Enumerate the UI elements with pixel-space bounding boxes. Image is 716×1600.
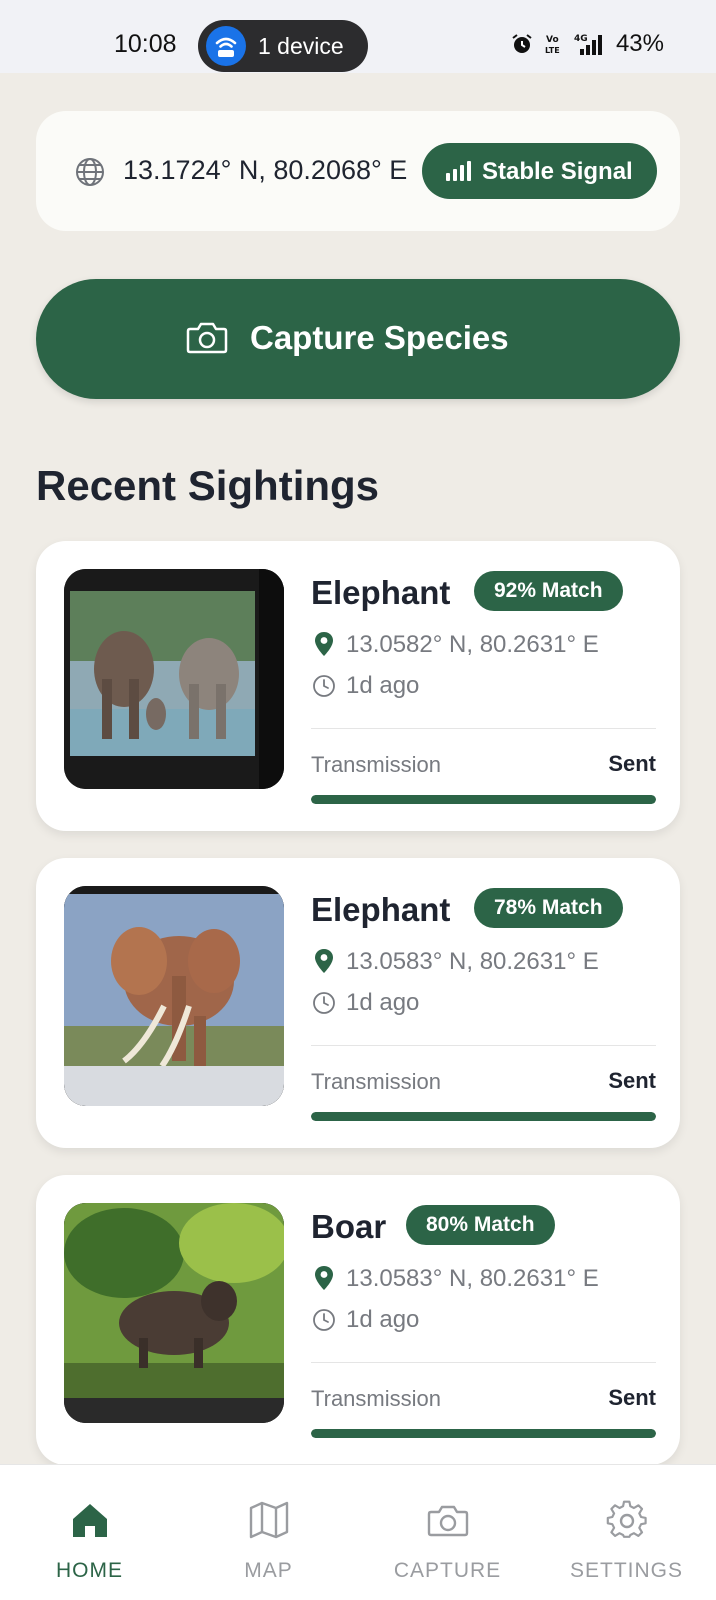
network-type: 4G: [574, 34, 588, 44]
transmission-progress-fill: [311, 795, 656, 804]
transmission-label: Transmission: [311, 1386, 441, 1411]
camera-icon: [186, 322, 228, 354]
sighting-coordinates: 13.0583° N, 80.2631° E: [346, 1265, 599, 1292]
location-pin-icon: [315, 632, 333, 656]
battery-percent: 43%: [615, 30, 664, 57]
nav-capture-label: CAPTURE: [393, 1559, 502, 1582]
gear-icon: [606, 1500, 647, 1538]
svg-text:LTE: LTE: [545, 46, 560, 55]
sighting-card[interactable]: Boar 80% Match 13.0583° N, 80.2631° E 1d…: [36, 1175, 680, 1465]
alarm-icon: [512, 34, 532, 53]
transmission-status: Sent: [608, 1385, 656, 1410]
clock-icon: [313, 1309, 335, 1331]
recent-sightings-title: Recent Sightings: [36, 462, 380, 509]
nav-home[interactable]: HOME: [0, 1465, 179, 1600]
nav-map-label: MAP: [244, 1559, 293, 1582]
map-icon: [249, 1501, 289, 1539]
location-pin-icon: [315, 1266, 333, 1290]
bottom-navigation: HOME MAP CAPTURE SETTINGS: [0, 1464, 716, 1600]
match-badge: 80% Match: [406, 1205, 555, 1245]
svg-text:Vo: Vo: [546, 35, 559, 45]
sighting-time: 1d ago: [346, 989, 420, 1016]
nav-home-label: HOME: [56, 1559, 123, 1582]
divider: [311, 1362, 656, 1363]
device-pill-label: 1 device: [258, 33, 344, 59]
nav-settings-label: SETTINGS: [569, 1559, 683, 1582]
transmission-progress: [311, 1429, 656, 1438]
match-badge: 78% Match: [474, 888, 623, 928]
current-coordinates: 13.1724° N, 80.2068° E: [123, 155, 408, 185]
status-icons: Vo LTE 4G 43%: [510, 30, 664, 58]
species-name: Boar: [311, 1208, 387, 1245]
species-name: Elephant: [311, 574, 451, 611]
transmission-status: Sent: [608, 1068, 656, 1093]
hotspot-icon: [206, 26, 246, 66]
nav-capture[interactable]: CAPTURE: [358, 1465, 537, 1600]
transmission-progress: [311, 1112, 656, 1121]
camera-icon: [427, 1505, 469, 1537]
capture-species-button[interactable]: Capture Species: [36, 279, 680, 399]
divider: [311, 1045, 656, 1046]
match-badge: 92% Match: [474, 571, 623, 611]
clock-icon: [313, 992, 335, 1014]
capture-species-label: Capture Species: [250, 319, 509, 356]
home-icon: [73, 1504, 107, 1537]
location-card: 13.1724° N, 80.2068° E Stable Signal: [36, 111, 680, 231]
status-bar: 10:08 1 device Vo LTE 4G 43%: [0, 0, 716, 73]
status-time: 10:08: [114, 30, 177, 58]
sighting-coordinates: 13.0583° N, 80.2631° E: [346, 948, 599, 975]
transmission-label: Transmission: [311, 1069, 441, 1094]
sighting-photo: [64, 886, 284, 1106]
globe-icon: [76, 158, 104, 186]
clock-icon: [313, 675, 335, 697]
sighting-card[interactable]: Elephant 78% Match 13.0583° N, 80.2631° …: [36, 858, 680, 1148]
device-pill[interactable]: 1 device: [198, 20, 368, 72]
transmission-progress: [311, 795, 656, 804]
transmission-label: Transmission: [311, 752, 441, 777]
sighting-time: 1d ago: [346, 1306, 420, 1333]
transmission-progress-fill: [311, 1112, 656, 1121]
species-name: Elephant: [311, 891, 451, 928]
signal-bars-icon: [446, 161, 471, 181]
divider: [311, 728, 656, 729]
nav-map[interactable]: MAP: [179, 1465, 358, 1600]
transmission-status: Sent: [608, 751, 656, 776]
sighting-card[interactable]: Elephant 92% Match 13.0582° N, 80.2631° …: [36, 541, 680, 831]
signal-label: Stable Signal: [482, 158, 633, 185]
location-pin-icon: [315, 949, 333, 973]
cell-signal-icon: 4G: [574, 34, 602, 55]
sighting-photo: [64, 569, 284, 789]
transmission-progress-fill: [311, 1429, 656, 1438]
sighting-photo: [64, 1203, 284, 1423]
volte-icon: Vo LTE: [545, 35, 560, 55]
nav-settings[interactable]: SETTINGS: [537, 1465, 716, 1600]
signal-status-badge: Stable Signal: [422, 143, 657, 199]
sighting-coordinates: 13.0582° N, 80.2631° E: [346, 631, 599, 658]
sighting-time: 1d ago: [346, 672, 420, 699]
